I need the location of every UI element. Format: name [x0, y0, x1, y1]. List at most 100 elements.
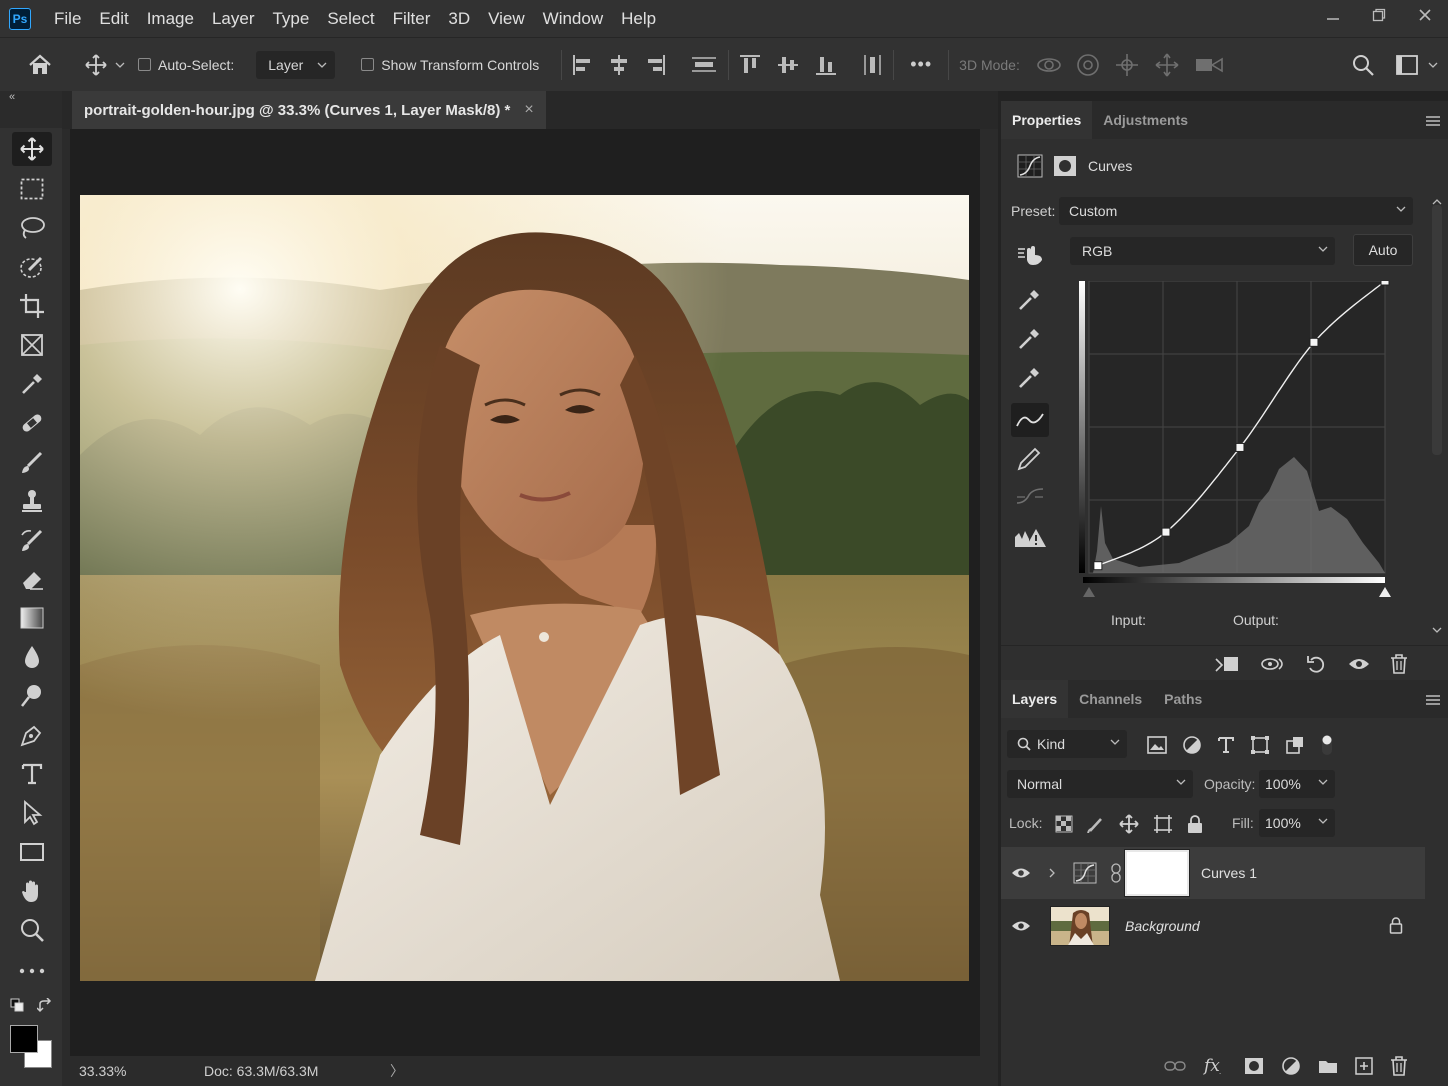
menu-3d[interactable]: 3D — [439, 0, 479, 37]
rectangle-tool[interactable] — [12, 835, 52, 869]
tab-properties[interactable]: Properties — [1001, 101, 1093, 139]
edit-toolbar-button[interactable] — [12, 954, 52, 988]
clip-to-layer-icon[interactable] — [1214, 655, 1240, 673]
frame-tool[interactable] — [12, 328, 52, 362]
more-options-button[interactable]: ••• — [904, 54, 938, 75]
camera-3d-icon[interactable] — [1194, 55, 1224, 75]
menu-filter[interactable]: Filter — [384, 0, 440, 37]
slide-3d-icon[interactable] — [1154, 52, 1180, 78]
menu-type[interactable]: Type — [263, 0, 318, 37]
lock-pixels-icon[interactable] — [1087, 815, 1105, 833]
opacity-field[interactable]: 100% — [1259, 770, 1335, 798]
layer-row-background[interactable]: Background — [1001, 900, 1425, 952]
white-input-slider[interactable] — [1379, 587, 1391, 597]
align-left-icon[interactable] — [572, 54, 594, 76]
document-tab[interactable]: portrait-golden-hour.jpg @ 33.3% (Curves… — [72, 91, 546, 129]
swap-colors-button[interactable] — [37, 998, 53, 1014]
layers-menu-icon[interactable] — [1426, 695, 1440, 707]
move-tool[interactable] — [12, 132, 52, 166]
menu-select[interactable]: Select — [318, 0, 383, 37]
filter-toggle-icon[interactable] — [1320, 734, 1334, 756]
crop-tool[interactable] — [12, 289, 52, 323]
smart-object-filter-icon[interactable] — [1285, 735, 1305, 755]
tab-paths[interactable]: Paths — [1153, 680, 1213, 718]
blend-mode-dropdown[interactable]: Normal — [1007, 770, 1193, 798]
align-top-icon[interactable] — [739, 54, 761, 76]
lasso-tool[interactable] — [12, 211, 52, 245]
align-vertical-center-icon[interactable] — [777, 54, 799, 76]
add-mask-icon[interactable] — [1244, 1057, 1264, 1075]
default-colors-button[interactable] — [10, 998, 24, 1012]
type-tool[interactable] — [12, 757, 52, 791]
move-tool-preset[interactable] — [80, 38, 130, 92]
white-point-eyedropper[interactable] — [1015, 363, 1043, 391]
workspace-switcher[interactable] — [1396, 55, 1438, 75]
close-document-button[interactable]: × — [524, 101, 533, 119]
shape-layer-filter-icon[interactable] — [1250, 735, 1270, 755]
layer-thumbnail[interactable] — [1050, 906, 1110, 946]
preset-dropdown[interactable]: Custom — [1059, 197, 1413, 225]
visibility-eye-icon[interactable] — [1011, 919, 1031, 933]
on-image-adjust-button[interactable] — [1017, 240, 1045, 266]
menu-image[interactable]: Image — [138, 0, 203, 37]
collapse-toolbar-button[interactable]: « — [0, 91, 70, 107]
gray-point-eyedropper[interactable] — [1015, 324, 1043, 352]
new-group-folder-icon[interactable] — [1318, 1058, 1338, 1074]
lock-position-icon[interactable] — [1119, 814, 1139, 834]
menu-file[interactable]: File — [45, 0, 90, 37]
layer-mask-thumbnail[interactable] — [1124, 849, 1190, 897]
status-menu-arrow[interactable]: 〉 — [390, 1061, 404, 1081]
clipping-warning-button[interactable] — [1013, 525, 1047, 551]
photo-canvas[interactable] — [80, 195, 969, 981]
distribute-horizontal-icon[interactable] — [861, 54, 883, 76]
foreground-color-swatch[interactable] — [10, 1025, 38, 1053]
delete-layer-trash-icon[interactable] — [1390, 1055, 1408, 1076]
checkbox[interactable] — [138, 58, 151, 71]
scroll-up-icon[interactable] — [1432, 199, 1442, 205]
orbit-3d-icon[interactable] — [1036, 53, 1062, 77]
align-right-icon[interactable] — [644, 54, 666, 76]
zoom-level[interactable]: 33.33% — [79, 1063, 204, 1079]
show-transform-checkbox[interactable]: Show Transform Controls — [361, 57, 539, 73]
tab-channels[interactable]: Channels — [1068, 680, 1153, 718]
pan-3d-icon[interactable] — [1114, 52, 1140, 78]
restore-button[interactable] — [1356, 0, 1402, 30]
curve-point[interactable] — [1309, 337, 1319, 347]
close-window-button[interactable] — [1402, 0, 1448, 30]
roll-3d-icon[interactable] — [1076, 53, 1100, 77]
layer-row-curves[interactable]: Curves 1 — [1001, 847, 1425, 899]
gradient-tool[interactable] — [12, 601, 52, 635]
menu-window[interactable]: Window — [534, 0, 612, 37]
view-previous-state-icon[interactable] — [1260, 655, 1286, 673]
align-horizontal-center-icon[interactable] — [608, 54, 630, 76]
blur-tool[interactable] — [12, 640, 52, 674]
smooth-curve-button[interactable] — [1015, 485, 1045, 509]
curves-chart[interactable] — [1079, 281, 1391, 601]
layer-mask-icon[interactable] — [1053, 155, 1077, 177]
quick-selection-tool[interactable] — [12, 250, 52, 284]
lock-artboard-icon[interactable] — [1153, 814, 1173, 834]
chevron-right-icon[interactable] — [1048, 867, 1056, 879]
curve-point[interactable] — [1235, 442, 1245, 452]
align-bottom-icon[interactable] — [815, 54, 837, 76]
eyedropper-tool[interactable] — [12, 367, 52, 401]
zoom-tool[interactable] — [12, 913, 52, 947]
dodge-tool[interactable] — [12, 679, 52, 713]
minimize-button[interactable] — [1310, 0, 1356, 30]
channel-dropdown[interactable]: RGB — [1070, 237, 1335, 265]
curve-point[interactable] — [1380, 281, 1390, 286]
reset-icon[interactable] — [1306, 654, 1328, 674]
eraser-tool[interactable] — [12, 562, 52, 596]
layer-filter-dropdown[interactable]: Kind — [1007, 730, 1127, 758]
layer-style-fx-icon[interactable]: fx. — [1203, 1056, 1227, 1076]
lock-all-icon[interactable] — [1187, 815, 1203, 833]
distribute-vertical-icon[interactable] — [690, 54, 718, 76]
type-layer-filter-icon[interactable] — [1217, 736, 1235, 754]
auto-select-checkbox[interactable]: Auto-Select: — [138, 57, 234, 73]
tab-adjustments[interactable]: Adjustments — [1092, 101, 1199, 139]
properties-menu-icon[interactable] — [1426, 116, 1440, 128]
visibility-eye-icon[interactable] — [1011, 866, 1031, 880]
clone-stamp-tool[interactable] — [12, 484, 52, 518]
new-layer-icon[interactable] — [1355, 1056, 1373, 1075]
trash-icon[interactable] — [1390, 653, 1408, 674]
